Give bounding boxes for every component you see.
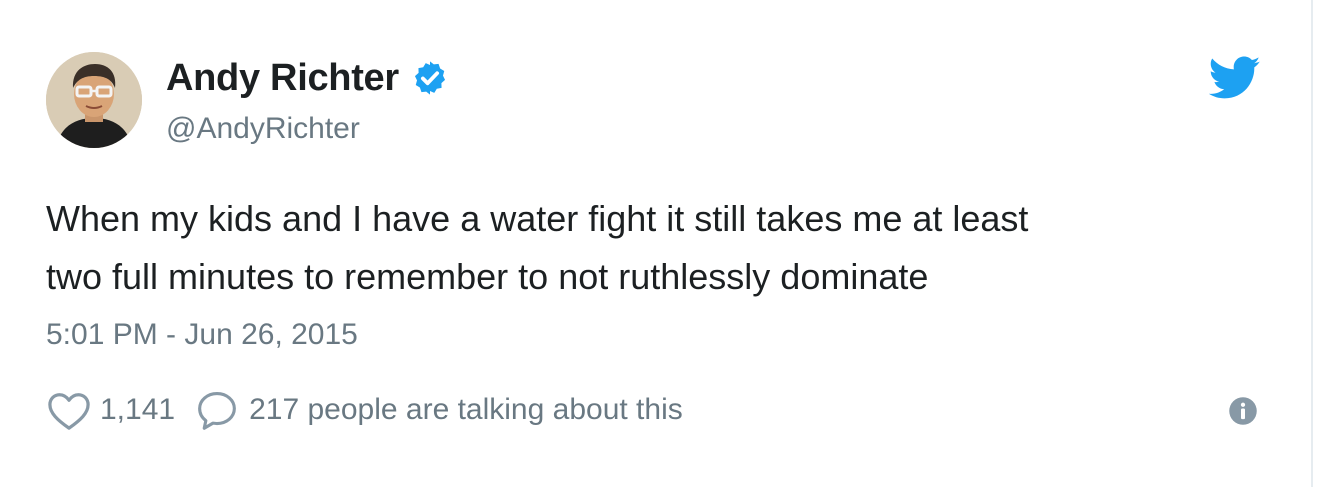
heart-icon[interactable] xyxy=(46,389,92,431)
like-count[interactable]: 1,141 xyxy=(100,393,175,427)
verified-badge-icon xyxy=(411,59,449,97)
screen-name[interactable]: @AndyRichter xyxy=(166,112,360,146)
tweet-card: Andy Richter @AndyRichter When my kids a… xyxy=(0,0,1313,487)
tweet-timestamp[interactable]: 5:01 PM - Jun 26, 2015 xyxy=(46,318,358,352)
tweet-text-line: two full minutes to remember to not ruth… xyxy=(46,256,929,297)
avatar[interactable] xyxy=(46,52,142,148)
avatar-image xyxy=(46,52,142,148)
twitter-bird-icon[interactable] xyxy=(1208,56,1261,100)
comment-icon[interactable] xyxy=(195,389,239,431)
author-name-row[interactable]: Andy Richter xyxy=(166,56,449,100)
tweet-actions: 1,141 217 people are talking about this xyxy=(46,388,683,432)
talking-link[interactable]: 217 people are talking about this xyxy=(195,389,683,431)
display-name[interactable]: Andy Richter xyxy=(166,57,399,100)
info-icon[interactable] xyxy=(1228,396,1258,426)
tweet-text: When my kids and I have a water fight it… xyxy=(46,190,1276,306)
tweet-text-line: When my kids and I have a water fight it… xyxy=(46,198,1029,239)
talking-text[interactable]: 217 people are talking about this xyxy=(249,393,683,427)
